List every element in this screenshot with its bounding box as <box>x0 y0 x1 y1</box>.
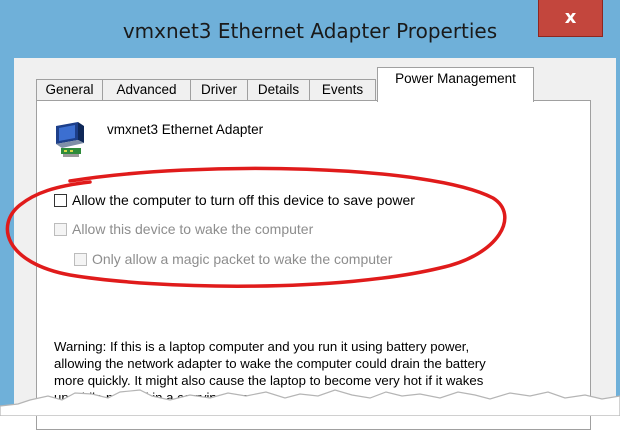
close-button[interactable]: x <box>538 0 603 37</box>
warning-line: Warning: If this is a laptop computer an… <box>54 339 470 354</box>
window-title: vmxnet3 Ethernet Adapter Properties <box>122 19 498 43</box>
close-icon: x <box>564 7 577 28</box>
option-allow-wake: Allow this device to wake the computer <box>54 221 313 237</box>
warning-line: up while packed in a carrying case. <box>54 390 260 405</box>
magic-packet-label: Only allow a magic packet to wake the co… <box>92 251 393 267</box>
tab-advanced[interactable]: Advanced <box>102 79 191 100</box>
network-adapter-icon <box>56 122 84 157</box>
warning-text: Warning: If this is a laptop computer an… <box>54 338 579 406</box>
tab-power-management[interactable]: Power Management <box>377 67 534 102</box>
magic-packet-checkbox <box>74 252 87 266</box>
tab-general[interactable]: General <box>36 79 103 100</box>
tab-details[interactable]: Details <box>247 79 310 100</box>
allow-wake-checkbox <box>54 222 67 236</box>
properties-window: vmxnet3 Ethernet Adapter Properties x Ge… <box>0 0 620 430</box>
tab-driver[interactable]: Driver <box>190 79 248 100</box>
dialog-client-area: General Advanced Driver Details Events P… <box>14 58 616 430</box>
allow-turn-off-label[interactable]: Allow the computer to turn off this devi… <box>72 192 415 208</box>
allow-wake-label: Allow this device to wake the computer <box>72 221 314 237</box>
tab-events[interactable]: Events <box>309 79 376 100</box>
option-magic-packet: Only allow a magic packet to wake the co… <box>74 251 392 267</box>
warning-line: more quickly. It might also cause the la… <box>54 373 484 388</box>
title-bar[interactable]: vmxnet3 Ethernet Adapter Properties x <box>0 0 620 58</box>
power-management-panel: vmxnet3 Ethernet Adapter Allow the compu… <box>36 100 591 430</box>
allow-turn-off-checkbox[interactable] <box>54 193 67 207</box>
option-allow-turn-off[interactable]: Allow the computer to turn off this devi… <box>54 192 415 208</box>
warning-line: allowing the network adapter to wake the… <box>54 356 486 371</box>
adapter-name: vmxnet3 Ethernet Adapter <box>107 122 264 137</box>
tab-strip: General Advanced Driver Details Events P… <box>36 67 596 102</box>
